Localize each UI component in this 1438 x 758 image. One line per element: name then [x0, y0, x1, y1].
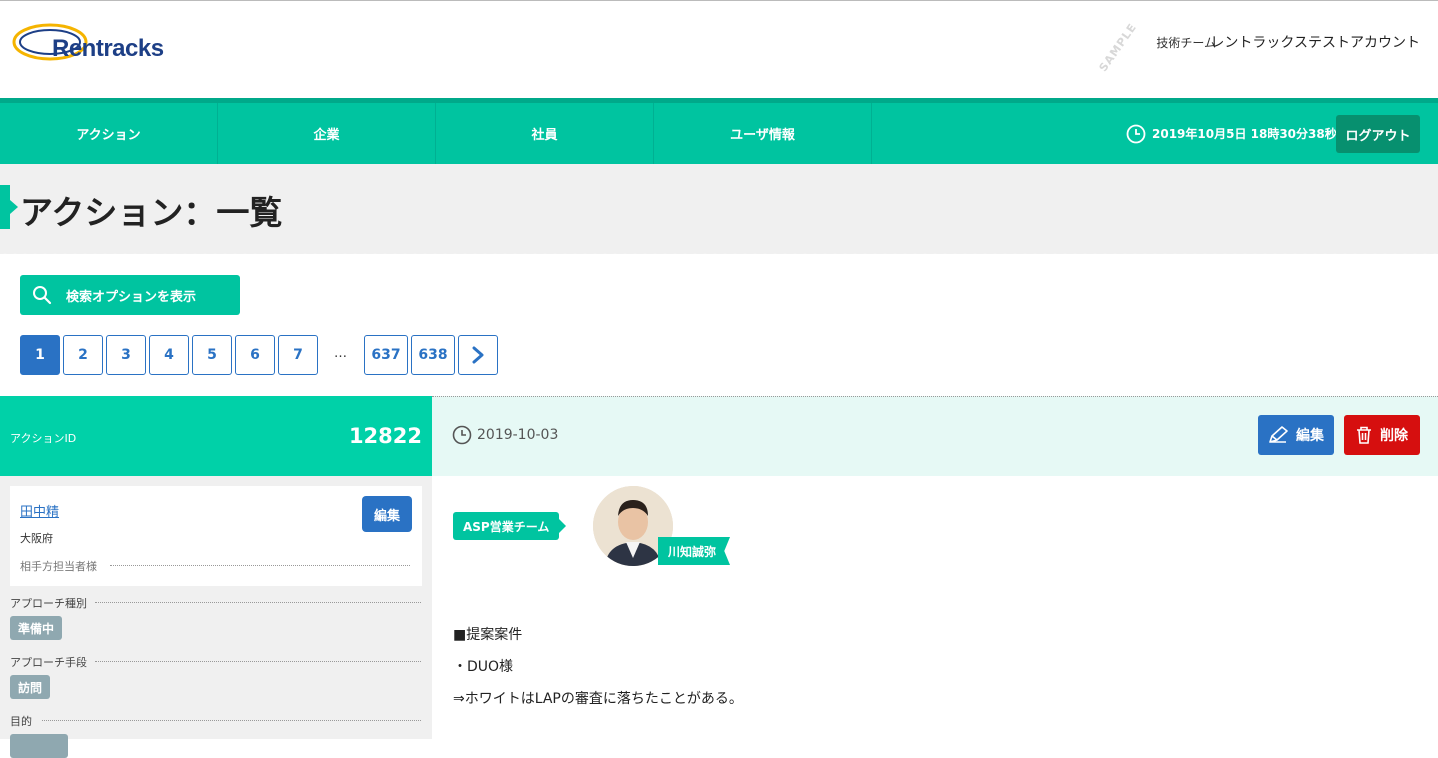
sample-watermark: SAMPLE [1096, 20, 1140, 75]
note-line: ・DUO様 [453, 659, 514, 675]
show-search-options-button[interactable]: 検索オプションを表示 [20, 275, 240, 315]
trash-icon [1357, 426, 1371, 444]
approach-method-label: アプローチ手段 [10, 656, 87, 669]
page-title: アクション：一覧 [20, 193, 283, 232]
page-638-button[interactable]: 638 [411, 335, 455, 375]
chevron-right-icon [472, 346, 484, 364]
search-button-label: 検索オプションを表示 [66, 289, 197, 305]
page-3-button[interactable]: 3 [106, 335, 146, 375]
user-team: 技術チーム [1156, 36, 1216, 50]
action-id-value: 12822 [348, 424, 422, 448]
page-6-button[interactable]: 6 [235, 335, 275, 375]
approach-type-label: アプローチ種別 [10, 597, 87, 610]
page-4-button[interactable]: 4 [149, 335, 189, 375]
purpose-badge [10, 734, 68, 758]
nav-item-employee[interactable]: 社員 [436, 103, 654, 164]
title-marker [0, 185, 18, 229]
staff-name-tag: 川知誠弥 [658, 537, 731, 565]
action-date: 2019-10-03 [452, 425, 558, 445]
page-5-button[interactable]: 5 [192, 335, 232, 375]
divider [110, 565, 410, 566]
approach-method-badge: 訪問 [10, 675, 51, 699]
next-page-button[interactable] [458, 335, 498, 375]
nav-item-action[interactable]: アクション [0, 103, 218, 164]
site-header: Rentracks SAMPLE 技術チーム レントラックステストアカウント [0, 0, 1438, 98]
page-7-button[interactable]: 7 [278, 335, 318, 375]
action-id-label: アクションID [10, 432, 77, 445]
divider [95, 602, 421, 603]
pen-icon [1269, 426, 1288, 443]
clock-icon [1126, 124, 1146, 143]
note-line: ■提案案件 [453, 627, 523, 643]
page-1-button[interactable]: 1 [20, 335, 60, 375]
divider [95, 661, 421, 662]
main-nav: アクション 企業 社員 ユーザ情報 2019年10月5日 18時30分38秒 ロ… [0, 98, 1438, 164]
clock-icon [452, 425, 472, 445]
note-line: ⇒ホワイトはLAPの審査に落ちたことがある。 [453, 691, 743, 707]
nav-item-user-info[interactable]: ユーザ情報 [654, 103, 872, 164]
datetime-text: 2019年10月5日 18時30分38秒 [1152, 127, 1337, 141]
divider [42, 720, 421, 721]
current-datetime: 2019年10月5日 18時30分38秒 [1126, 103, 1337, 164]
delete-action-label: 削除 [1380, 428, 1408, 444]
action-detail-sidebar: 田中精 大阪府 相手方担当者様 編集 アプローチ種別 準備中 アプローチ手段 訪… [0, 476, 432, 758]
edit-contact-button[interactable]: 編集 [362, 496, 412, 532]
contact-prefecture: 大阪府 [20, 532, 53, 545]
contact-name-link[interactable]: 田中精 [20, 501, 59, 520]
action-id-header: アクションID 12822 [0, 396, 432, 476]
action-meta-header: 2019-10-03 編集 削除 [432, 396, 1438, 476]
approach-type-badge: 準備中 [10, 616, 63, 640]
nav-item-company[interactable]: 企業 [218, 103, 436, 164]
edit-action-button[interactable]: 編集 [1258, 415, 1334, 455]
edit-action-label: 編集 [1296, 428, 1324, 444]
purpose-label: 目的 [10, 715, 32, 728]
rentracks-logo[interactable]: Rentracks [10, 19, 190, 67]
action-date-text: 2019-10-03 [477, 427, 559, 443]
account-name: レントラックステストアカウント [1210, 35, 1420, 51]
pagination-ellipsis: … [334, 346, 347, 361]
contact-role: 相手方担当者様 [20, 560, 97, 573]
title-band: アクション：一覧 [0, 164, 1438, 259]
page-2-button[interactable]: 2 [63, 335, 103, 375]
delete-action-button[interactable]: 削除 [1344, 415, 1420, 455]
search-icon [33, 286, 52, 305]
logout-button[interactable]: ログアウト [1336, 115, 1420, 153]
page-637-button[interactable]: 637 [364, 335, 408, 375]
contact-card: 田中精 大阪府 相手方担当者様 編集 [10, 486, 422, 586]
logo-text: Rentracks [52, 35, 164, 62]
team-tag: ASP営業チーム [453, 512, 567, 540]
